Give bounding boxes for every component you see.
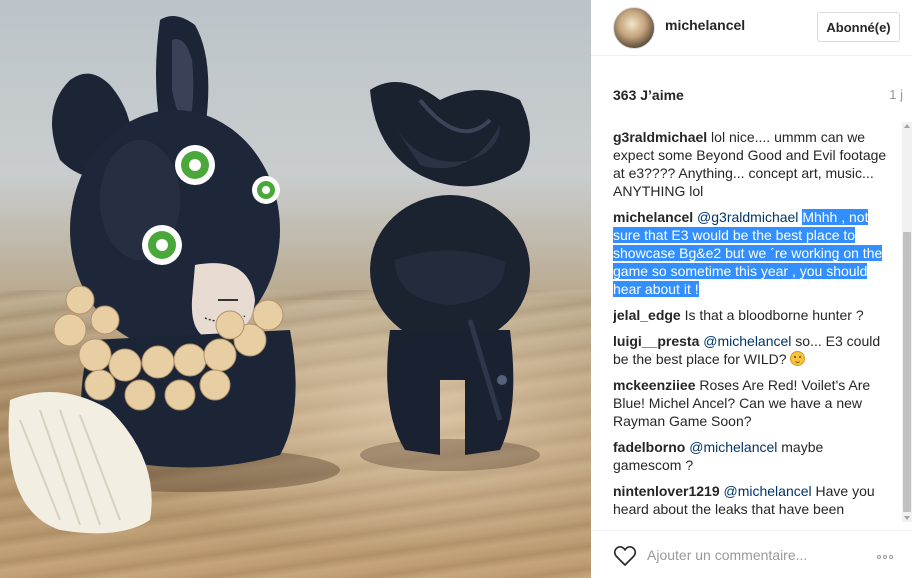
comment-item: mckeenziiee Roses Are Red! Voilet's Are … (613, 376, 891, 430)
post-photo[interactable] (0, 0, 591, 578)
comment-username-link[interactable]: fadelborno (613, 439, 685, 455)
comment-text: Is that a bloodborne hunter ? (684, 307, 864, 323)
comment-item: nintenlover1219 @michelancel Have you he… (613, 482, 891, 520)
comment-input[interactable] (647, 545, 847, 565)
comment-username-link[interactable]: michelancel (613, 209, 693, 225)
scroll-up-arrow-icon[interactable] (904, 124, 910, 128)
comment-username-link[interactable]: mckeenziiee (613, 377, 696, 393)
add-comment-bar (591, 530, 912, 578)
mention-link[interactable]: @g3raldmichael (697, 209, 798, 225)
smiling-face-emoji-icon (790, 351, 806, 366)
comment-item: michelancel @g3raldmichael Mhhh , not su… (613, 208, 891, 298)
likes-count[interactable]: 363 J’aime (613, 87, 684, 103)
comment-username-link[interactable]: jelal_edge (613, 307, 681, 323)
mention-link[interactable]: @michelancel (689, 439, 777, 455)
heart-icon[interactable] (613, 545, 637, 567)
scroll-down-arrow-icon[interactable] (904, 516, 910, 520)
avatar[interactable] (613, 7, 655, 49)
post-header: michelancel Abonné(e) (591, 0, 912, 56)
following-button[interactable]: Abonné(e) (817, 12, 900, 42)
comments-scrollbar[interactable] (902, 122, 912, 522)
comment-username-link[interactable]: nintenlover1219 (613, 483, 720, 499)
comment-username-link[interactable]: g3raldmichael (613, 129, 707, 145)
comment-item: jelal_edge Is that a bloodborne hunter ? (613, 306, 891, 324)
mention-link[interactable]: @michelancel (703, 333, 791, 349)
comments-list: g3raldmichael lol nice.... ummm can we e… (613, 128, 891, 520)
more-options-icon[interactable] (877, 551, 901, 559)
post-side-panel: michelancel Abonné(e) 363 J’aime 1 j g3r… (591, 0, 912, 578)
mention-link[interactable]: @michelancel (724, 483, 812, 499)
comment-username-link[interactable]: luigi__presta (613, 333, 699, 349)
comment-item: g3raldmichael lol nice.... ummm can we e… (613, 128, 891, 200)
comment-item: luigi__presta @michelancel so... E3 coul… (613, 332, 891, 368)
username-link[interactable]: michelancel (665, 17, 745, 33)
comment-item: fadelborno @michelancel maybe gamescom ? (613, 438, 891, 474)
likes-row: 363 J’aime 1 j (613, 87, 903, 105)
figurines-illustration (8, 16, 540, 534)
scroll-thumb[interactable] (903, 232, 911, 512)
post-timestamp[interactable]: 1 j (889, 87, 903, 102)
